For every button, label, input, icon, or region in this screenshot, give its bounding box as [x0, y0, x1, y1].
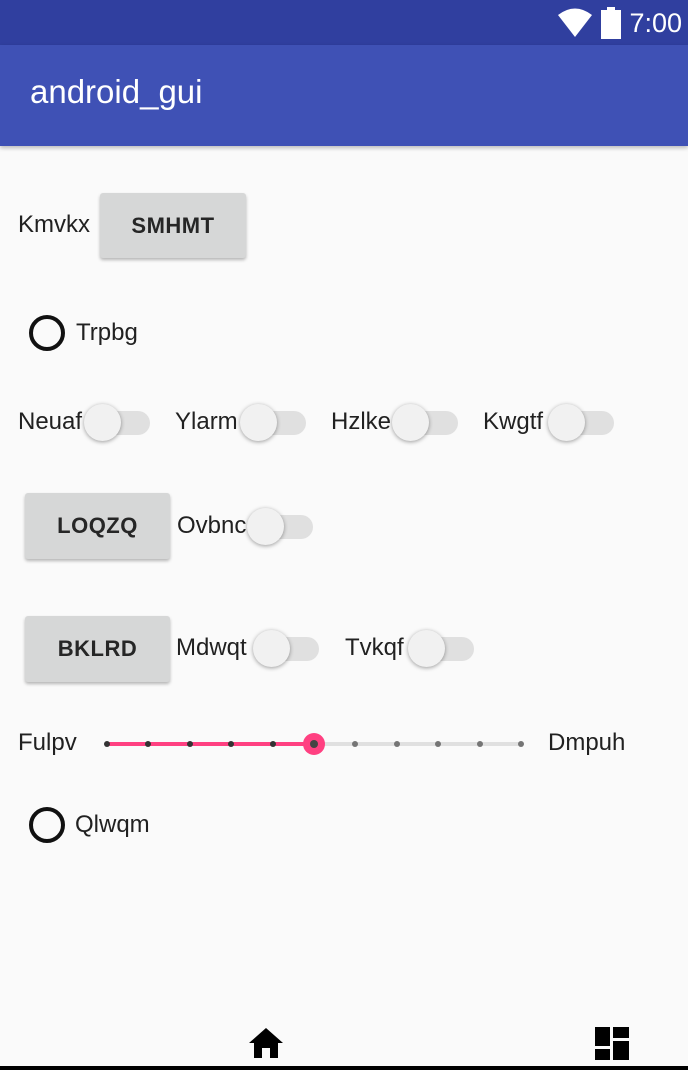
- hzlke-label: Hzlke: [331, 408, 392, 435]
- bklrd-button[interactable]: BKLRD: [25, 616, 170, 682]
- qlwqm-radio[interactable]: [29, 807, 65, 843]
- ovbnc-label: Ovbnc: [177, 512, 247, 539]
- slider-tick: [352, 741, 359, 747]
- neuaf-switch[interactable]: [84, 402, 152, 442]
- trpbg-label: Trpbg: [76, 319, 138, 346]
- tvkqf-switch[interactable]: [408, 628, 476, 668]
- trpbg-radio[interactable]: [29, 315, 65, 351]
- kwgtf-label: Kwgtf: [483, 408, 544, 435]
- slider-tick: [186, 741, 193, 747]
- slider-track-active: [107, 742, 314, 746]
- slider-tick: [228, 741, 235, 747]
- slider-tick: [145, 741, 152, 747]
- mdwqt-label: Mdwqt: [176, 634, 247, 661]
- kwgtf-switch[interactable]: [548, 402, 616, 442]
- slider-tick: [518, 741, 524, 747]
- status-time: 7:00: [629, 7, 682, 38]
- status-bar: 7:00: [0, 0, 688, 45]
- neuaf-label: Neuaf: [18, 408, 83, 435]
- ylarm-switch[interactable]: [240, 402, 308, 442]
- ovbnc-switch[interactable]: [247, 506, 315, 546]
- kmvkx-label: Kmvkx: [18, 211, 90, 238]
- bottom-edge: [0, 1066, 688, 1070]
- discrete-slider[interactable]: [104, 722, 524, 766]
- qlwqm-label: Qlwqm: [75, 811, 150, 838]
- slider-thumb-center: [310, 740, 318, 748]
- slider-track-inactive: [314, 742, 521, 746]
- slider-tick: [476, 741, 483, 747]
- app-title: android_gui: [30, 73, 203, 110]
- ylarm-label: Ylarm: [175, 408, 238, 435]
- slider-tick: [435, 741, 442, 747]
- smhmt-button[interactable]: SMHMT: [100, 193, 246, 258]
- status-icons: 7:00: [557, 4, 682, 42]
- mdwqt-switch[interactable]: [253, 628, 321, 668]
- dmpuh-label: Dmpuh: [548, 729, 626, 756]
- battery-icon: [601, 7, 622, 39]
- slider-tick: [269, 741, 276, 747]
- slider-tick: [104, 741, 110, 747]
- hzlke-switch[interactable]: [392, 402, 460, 442]
- fulpv-label: Fulpv: [18, 729, 77, 756]
- home-icon[interactable]: [248, 1027, 284, 1059]
- slider-tick: [393, 741, 400, 747]
- wifi-icon: [558, 8, 593, 37]
- app-bar: android_gui: [0, 45, 688, 146]
- tvkqf-label: Tvkqf: [345, 634, 404, 661]
- dashboard-icon[interactable]: [595, 1027, 629, 1060]
- slider-thumb[interactable]: [303, 733, 325, 755]
- loqzq-button[interactable]: LOQZQ: [25, 493, 170, 559]
